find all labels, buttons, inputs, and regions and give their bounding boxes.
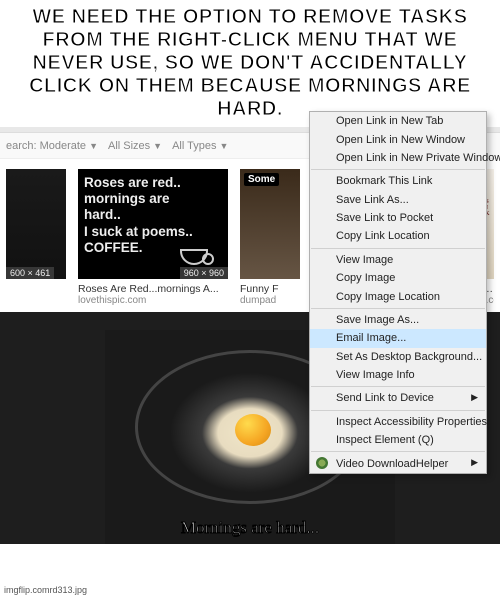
downloadhelper-icon (316, 457, 328, 469)
thumb-image: Roses are red.. mornings are hard.. I su… (78, 169, 228, 279)
result-caption[interactable]: Roses Are Red...mornings A... lovethispi… (78, 283, 228, 306)
chevron-down-icon: ▼ (220, 141, 229, 151)
ctx-open-new-window[interactable]: Open Link in New Window (310, 130, 486, 148)
separator (311, 169, 485, 170)
thumb-tag: Some (244, 173, 279, 186)
ctx-label: Video DownloadHelper (336, 458, 448, 470)
thumb-image: 600 × 461 (6, 169, 66, 279)
result-thumb[interactable]: 600 × 461 (6, 169, 66, 279)
chevron-down-icon: ▼ (89, 141, 98, 151)
watermark: imgflip.comrd313.jpg (0, 584, 91, 596)
submenu-arrow-icon: ▶ (471, 457, 478, 468)
ctx-view-image-info[interactable]: View Image Info (310, 366, 486, 384)
ctx-send-link-device[interactable]: Send Link to Device ▶ (310, 389, 486, 407)
meme-top-text: WE NEED THE OPTION TO REMOVE TASKS FROM … (10, 6, 490, 121)
ctx-inspect-element[interactable]: Inspect Element (Q) (310, 431, 486, 449)
ctx-open-private-window[interactable]: Open Link in New Private Window (310, 149, 486, 167)
poem-line: mornings are (84, 191, 222, 207)
meme-header: WE NEED THE OPTION TO REMOVE TASKS FROM … (0, 0, 500, 127)
type-value: All Types (172, 140, 216, 152)
caption-source: dumpad (240, 295, 300, 306)
thumb-image: Some (240, 169, 300, 279)
size-dropdown[interactable]: All Sizes ▼ (108, 140, 162, 152)
coffee-cup-icon (180, 249, 208, 265)
ctx-save-link-pocket[interactable]: Save Link to Pocket (310, 209, 486, 227)
ctx-open-new-tab[interactable]: Open Link in New Tab (310, 112, 486, 130)
ctx-view-image[interactable]: View Image (310, 251, 486, 269)
separator (311, 451, 485, 452)
separator (311, 248, 485, 249)
submenu-arrow-icon: ▶ (471, 392, 478, 403)
result-thumb[interactable]: Roses are red.. mornings are hard.. I su… (78, 169, 228, 279)
ctx-save-image-as[interactable]: Save Image As... (310, 311, 486, 329)
safesearch-label-fragment: earch: (6, 140, 37, 152)
safesearch-dropdown[interactable]: earch: Moderate ▼ (6, 140, 98, 152)
caption-source: lovethispic.com (78, 295, 228, 306)
context-menu: Open Link in New Tab Open Link in New Wi… (309, 111, 487, 474)
result-caption[interactable]: Funny F dumpad (240, 283, 300, 306)
ctx-video-downloadhelper[interactable]: Video DownloadHelper ▶ (310, 454, 486, 472)
egg-caption: Mornings are hard... (105, 518, 395, 538)
ctx-copy-image-location[interactable]: Copy Image Location (310, 287, 486, 305)
type-dropdown[interactable]: All Types ▼ (172, 140, 228, 152)
separator (311, 386, 485, 387)
ctx-email-image[interactable]: Email Image... (310, 329, 486, 347)
caption-title: Funny F (240, 283, 300, 295)
ctx-save-link-as[interactable]: Save Link As... (310, 191, 486, 209)
ctx-copy-image[interactable]: Copy Image (310, 269, 486, 287)
ctx-copy-link-location[interactable]: Copy Link Location (310, 227, 486, 245)
poem-line: I suck at poems.. (84, 224, 222, 240)
caption-title: Roses Are Red...mornings A... (78, 283, 228, 295)
poem-line: hard.. (84, 207, 222, 223)
dimension-badge: 600 × 461 (6, 267, 54, 279)
separator (311, 308, 485, 309)
separator (311, 410, 485, 411)
dimension-badge: 960 × 960 (180, 267, 228, 279)
size-value: All Sizes (108, 140, 150, 152)
poem-line: Roses are red.. (84, 175, 222, 191)
egg-yolk (235, 414, 271, 446)
ctx-label: Send Link to Device (336, 392, 434, 404)
chevron-down-icon: ▼ (153, 141, 162, 151)
result-thumb[interactable]: Some (240, 169, 300, 279)
safesearch-value: Moderate (40, 140, 86, 152)
ctx-set-desktop-bg[interactable]: Set As Desktop Background... (310, 348, 486, 366)
ctx-bookmark-link[interactable]: Bookmark This Link (310, 172, 486, 190)
ctx-inspect-accessibility[interactable]: Inspect Accessibility Properties (310, 413, 486, 431)
